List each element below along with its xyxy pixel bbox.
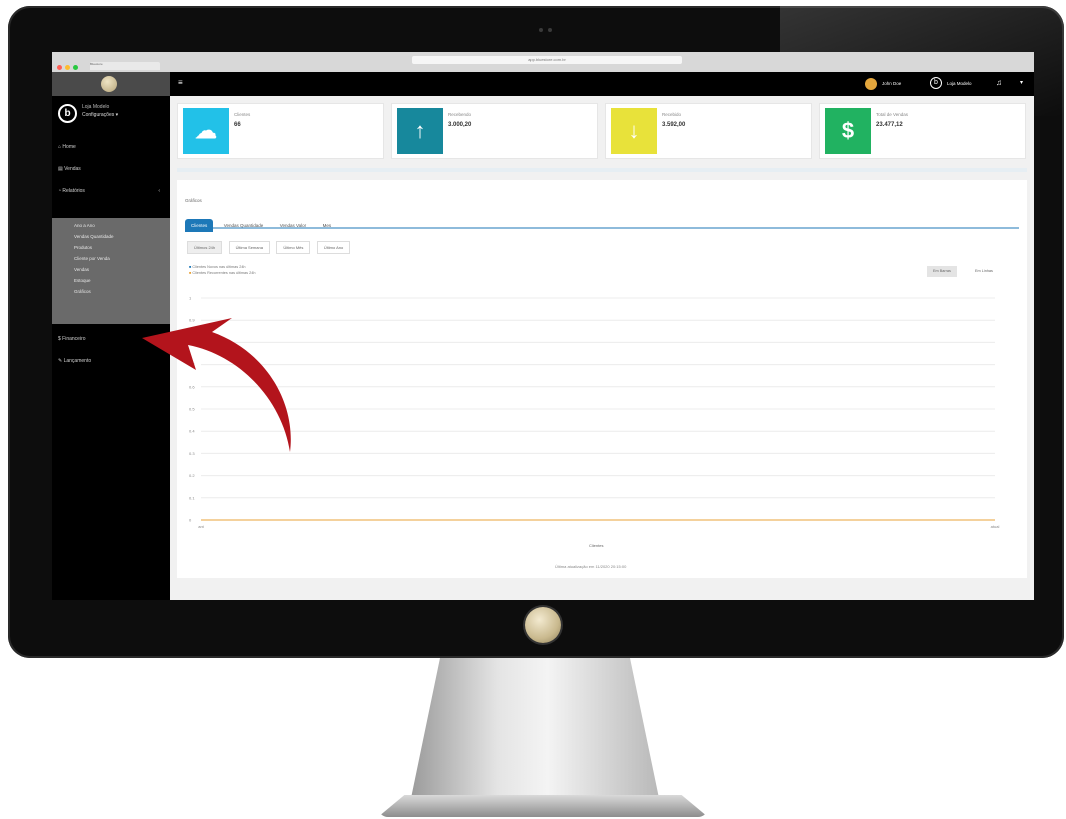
y-tick-label: 0.2 — [189, 473, 195, 478]
card-label: Total de Vendas — [876, 112, 909, 117]
card-label: Recebido — [662, 112, 682, 117]
card-label: Recebendo — [448, 112, 472, 117]
card-value: 66 — [234, 122, 241, 128]
screen: Bluestore app.bluestore.com.br b Loja Mo… — [52, 52, 1034, 600]
user-name[interactable]: John Doe — [882, 81, 901, 86]
y-tick-label: 0.5 — [189, 407, 195, 412]
monitor-stand — [410, 658, 660, 803]
sidebar-item-vendas[interactable]: ▤ Vendas — [58, 166, 81, 172]
sidebar-item-label: Relatórios — [62, 188, 85, 194]
tab-vendas-quantidade[interactable]: Vendas Quantidade — [218, 219, 270, 232]
sidebar-submenu: Ano a Ano Vendas Quantidade Produtos Cli… — [52, 218, 170, 324]
sidebar-item-financeiro[interactable]: $ Financeiro — [58, 336, 86, 342]
tab-mes[interactable]: Mes — [317, 219, 338, 232]
store-logo-icon[interactable]: b — [930, 77, 942, 89]
store-name: Loja Modelo — [82, 104, 110, 110]
chevron-down-icon[interactable]: ▾ — [1020, 79, 1023, 86]
y-tick-label: 0.6 — [189, 384, 195, 389]
sidebar-header — [52, 72, 170, 96]
submenu-item[interactable]: Vendas — [52, 264, 170, 275]
user-avatar[interactable] — [865, 78, 877, 90]
y-tick-label: 0.3 — [189, 451, 195, 456]
lines-view-button[interactable]: Em Linhas — [969, 266, 999, 277]
arrow-up-icon: ↑ — [397, 108, 443, 154]
sidebar-item-relatorios[interactable]: ◔ Relatórios ‹ — [58, 188, 164, 194]
sidebar-item-label: Lançamento — [63, 358, 92, 364]
chart-svg: 1 0.9 0.8 0.7 0.6 0.5 0.4 0.3 0.2 0.1 0 ant atual — [189, 296, 1000, 530]
summary-cards: ☁ Clientes 66 ↑ Recebendo 3.000,20 ↓ Rec… — [177, 103, 1027, 159]
submenu-item[interactable]: Gráficos — [52, 286, 170, 297]
notification-bell-icon[interactable]: ♫ — [996, 78, 1002, 87]
period-month[interactable]: Último Mês — [276, 241, 311, 254]
card-label: Clientes — [234, 112, 251, 117]
legend-label: Clientes Recorrentes nas últimas 24h — [192, 271, 256, 275]
address-bar[interactable]: app.bluestore.com.br — [412, 56, 682, 64]
store-selector[interactable]: Loja Modelo — [947, 81, 972, 86]
monitor-base — [378, 795, 708, 817]
y-tick-label: 0.8 — [189, 340, 195, 345]
sidebar-item-lancamento[interactable]: ✎ Lançamento — [58, 358, 91, 364]
avatar[interactable] — [101, 76, 117, 92]
webcam — [539, 19, 559, 32]
submenu-item[interactable]: Vendas Quantidade — [52, 231, 170, 242]
y-tick-label: 0.4 — [189, 429, 195, 434]
tab-underline — [185, 227, 1019, 229]
submenu-item[interactable]: Estoque — [52, 275, 170, 286]
x-tick-label: atual — [991, 524, 1000, 529]
x-axis-label: Clientes — [589, 543, 604, 548]
chart-legend: ■ Clientes Novos nas últimas 24h ■ Clien… — [189, 264, 255, 276]
sidebar-item-label: Financeiro — [62, 336, 86, 342]
tab-vendas-valor[interactable]: Vendas Valor — [274, 219, 312, 232]
settings-link[interactable]: Configurações ▾ — [82, 112, 118, 118]
last-update-text: Última atualização em 11/2020 20:15:00 — [555, 564, 627, 569]
x-tick-label: ant — [198, 524, 204, 529]
browser-tab[interactable]: Bluestore — [90, 62, 160, 70]
period-tabs: Últimos 24h Última Semana Último Mês Últ… — [187, 236, 352, 254]
chevron-left-icon: ‹ — [158, 188, 160, 194]
browser-chrome: Bluestore app.bluestore.com.br — [52, 52, 1034, 73]
card-recebido[interactable]: ↓ Recebido 3.592,00 — [605, 103, 812, 159]
sidebar: b Loja Modelo Configurações ▾ ⌂ Home ▤ V… — [52, 72, 170, 600]
line-chart: 1 0.9 0.8 0.7 0.6 0.5 0.4 0.3 0.2 0.1 0 ant atual Cl… — [185, 290, 1013, 570]
y-tick-label: 0.7 — [189, 362, 195, 367]
y-tick-label: 0 — [189, 518, 192, 523]
card-value: 23.477,12 — [876, 122, 903, 128]
panel-title: Gráficos — [185, 198, 202, 203]
arrow-down-icon: ↓ — [611, 108, 657, 154]
sidebar-brand[interactable]: b Loja Modelo Configurações ▾ — [58, 102, 164, 132]
cloud-icon: ☁ — [183, 108, 229, 154]
dollar-icon: $ — [825, 108, 871, 154]
y-tick-label: 1 — [189, 296, 192, 301]
sidebar-item-label: Vendas — [64, 166, 81, 172]
period-24h[interactable]: Últimos 24h — [187, 241, 223, 254]
submenu-item[interactable]: Ano a Ano — [52, 220, 170, 231]
hamburger-icon[interactable]: ≡ — [178, 78, 183, 87]
legend-item[interactable]: ■ Clientes Recorrentes nas últimas 24h — [189, 270, 255, 276]
card-clientes[interactable]: ☁ Clientes 66 — [177, 103, 384, 159]
tab-clientes[interactable]: Clientes — [185, 219, 214, 232]
bars-view-button[interactable]: Em Barras — [927, 266, 957, 277]
sidebar-item-label: Home — [62, 144, 76, 150]
power-button-logo — [525, 607, 561, 643]
brand-logo-icon: b — [58, 104, 77, 123]
y-tick-label: 0.9 — [189, 318, 195, 323]
top-navbar: ≡ John Doe b Loja Modelo ♫ ▾ — [170, 72, 1034, 96]
card-value: 3.000,20 — [448, 122, 472, 128]
submenu-item[interactable]: Cliente por Venda — [52, 253, 170, 264]
card-value: 3.592,00 — [662, 122, 686, 128]
submenu-item[interactable]: Produtos — [52, 242, 170, 253]
charts-panel: Gráficos Clientes Vendas Quantidade Vend… — [177, 180, 1027, 578]
legend-label: Clientes Novos nas últimas 24h — [192, 265, 246, 269]
y-tick-label: 0.1 — [189, 495, 195, 500]
period-year[interactable]: Último Ano — [316, 241, 351, 254]
card-total-vendas[interactable]: $ Total de Vendas 23.477,12 — [819, 103, 1026, 159]
section-divider — [177, 168, 1027, 172]
card-recebendo[interactable]: ↑ Recebendo 3.000,20 — [391, 103, 598, 159]
sidebar-item-home[interactable]: ⌂ Home — [58, 144, 76, 150]
period-week[interactable]: Última Semana — [228, 241, 270, 254]
